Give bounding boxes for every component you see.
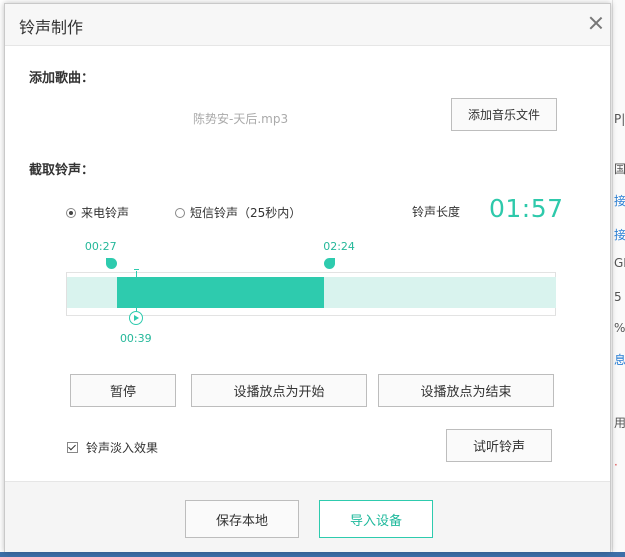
ringtone-length-label: 铃声长度 [412,205,461,219]
import-device-button[interactable]: 导入设备 [319,500,433,538]
save-local-button[interactable]: 保存本地 [185,500,299,538]
bg-text-fragment: % [614,321,625,335]
end-time-label: 02:24 [323,240,355,253]
fade-in-label: 铃声淡入效果 [86,441,159,455]
add-song-label: 添加歌曲： [29,71,95,86]
bg-text-fragment: 接 [614,228,625,242]
timeline-top-border [67,272,556,273]
radio-incoming-call-dot[interactable] [66,207,76,218]
playhead-line[interactable] [135,271,137,312]
fade-in-option[interactable]: 铃声淡入效果 [67,439,158,456]
add-music-file-button[interactable]: 添加音乐文件 [451,98,557,131]
playhead-top-cap [133,269,139,270]
background-side-panel [612,0,625,557]
fade-in-checkbox[interactable] [67,442,78,453]
set-end-button[interactable]: 设播放点为结束 [378,374,554,407]
preview-ringtone-button[interactable]: 试听铃声 [446,429,552,462]
bg-text-fragment: P| [614,112,625,126]
radio-incoming-call[interactable]: 来电铃声 [66,204,129,221]
start-time-label: 00:27 [84,240,117,253]
end-marker-handle[interactable] [324,258,336,272]
radio-sms-dot[interactable] [175,207,185,218]
pause-button[interactable]: 暂停 [70,374,176,407]
dialog-titlebar: 铃声制作 [5,4,610,46]
selected-file-name: 陈势安-天后.mp3 [193,112,289,126]
bg-text-fragment: 接 [614,194,625,208]
bg-text-fragment: 息 [614,353,625,367]
radio-sms-label: 短信铃声（25秒内） [190,206,302,220]
dialog-footer [5,481,610,552]
bg-text-fragment: GE [614,256,625,270]
background-taskbar-strip [0,552,625,557]
timeline-selection[interactable] [116,277,325,308]
start-marker-handle[interactable] [105,258,117,272]
clip-ringtone-label: 截取铃声： [29,163,95,178]
radio-incoming-call-label: 来电铃声 [81,206,130,220]
radio-sms[interactable]: 短信铃声（25秒内） [175,204,301,221]
bg-text-fragment: 用 [614,416,625,430]
dialog-title: 铃声制作 [19,18,84,37]
bg-text-fragment: · [614,458,618,472]
close-icon[interactable] [588,15,604,31]
ringtone-length-value: 01:57 [489,194,564,223]
bg-text-fragment: 国 [614,162,625,176]
play-icon[interactable] [128,311,143,325]
bg-text-fragment: 5 [614,290,622,304]
ringtone-maker-dialog: 铃声制作 添加歌曲： 陈势安-天后.mp3 添加音乐文件 截取铃声： 来电铃声 … [4,3,611,552]
set-start-button[interactable]: 设播放点为开始 [191,374,367,407]
playhead-time-label: 00:39 [119,332,152,345]
